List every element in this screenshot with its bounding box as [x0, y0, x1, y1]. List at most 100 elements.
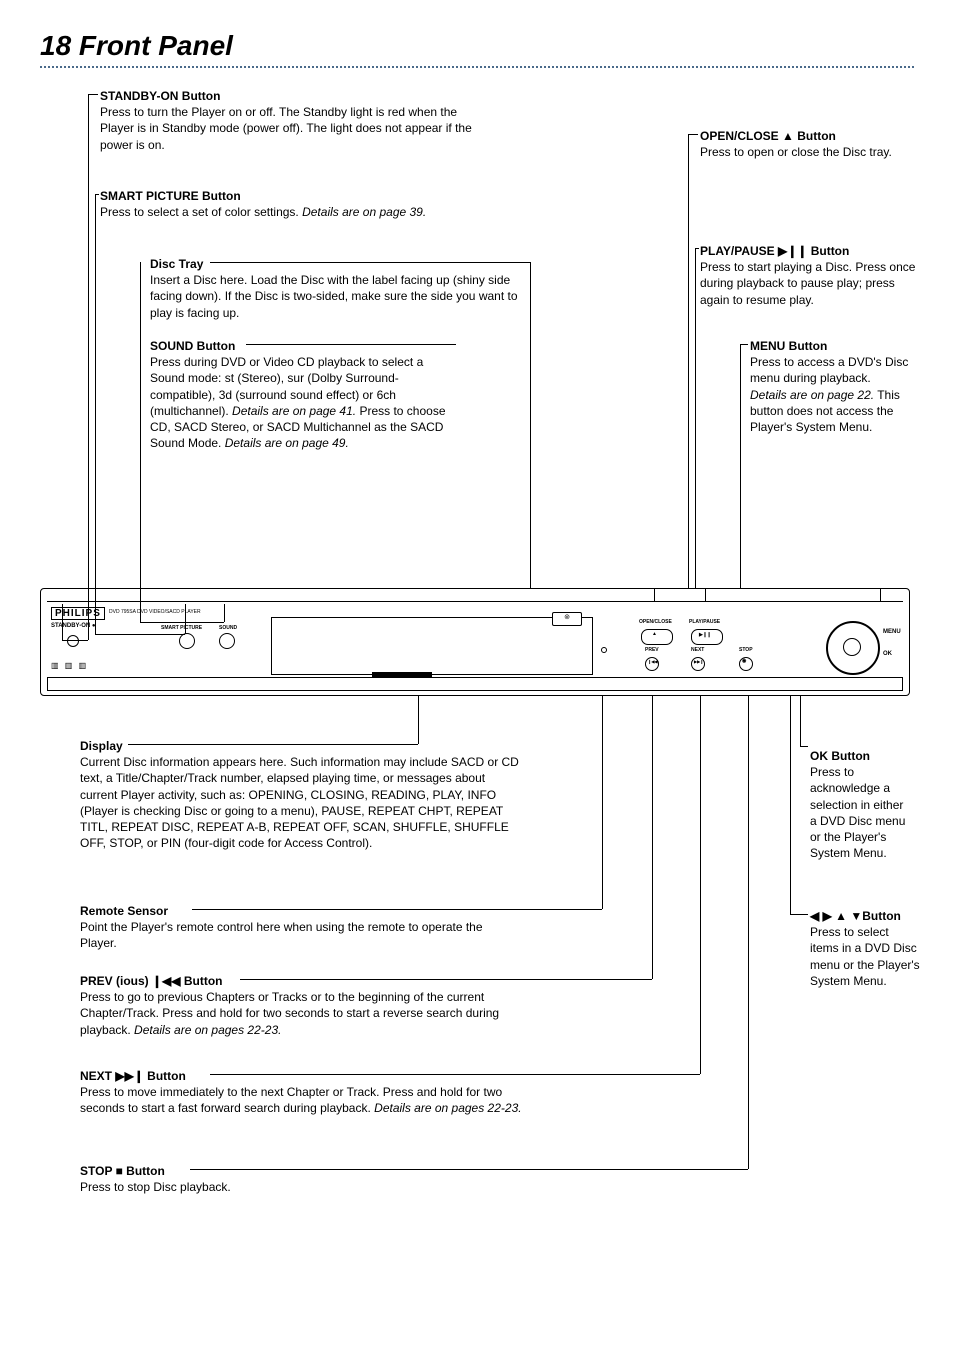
panel-bottom-strip [47, 677, 903, 691]
menu-title: MENU Button [750, 339, 827, 353]
sound-body-b: Details are on page 41. [232, 404, 356, 418]
leader-line [95, 194, 96, 634]
leader-line [652, 696, 653, 979]
open-close-body: Press to open or close the Disc tray. [700, 145, 892, 159]
power-icon [67, 635, 79, 647]
leader-line [695, 248, 696, 588]
smart-picture-title: SMART PICTURE Button [100, 189, 241, 203]
leader-line [695, 248, 699, 249]
stop-body: Press to stop Disc playback. [80, 1180, 231, 1194]
remote-body: Point the Player's remote control here w… [80, 920, 483, 950]
open-close-block: OPEN/CLOSE ▲ Button Press to open or clo… [700, 128, 910, 160]
standby-title: STANDBY-ON Button [100, 89, 220, 103]
next-block: NEXT ▶▶❙ Button Press to move immediatel… [80, 1068, 540, 1117]
leader-line [800, 746, 808, 747]
play-pause-block: PLAY/PAUSE ▶❙❙ Button Press to start pla… [700, 243, 920, 308]
smart-picture-label: SMART PICTURE [161, 625, 202, 631]
remote-title: Remote Sensor [80, 904, 168, 918]
leader-line [240, 979, 652, 980]
leader-line [210, 262, 530, 263]
leader-line [740, 588, 880, 589]
leader-line [748, 696, 749, 1169]
leader-line [88, 94, 98, 95]
standby-body: Press to turn the Player on or off. The … [100, 105, 472, 151]
page-title: 18 Front Panel [40, 30, 914, 62]
menu-block: MENU Button Press to access a DVD's Disc… [750, 338, 910, 435]
disc-tray[interactable]: ⊚ [271, 617, 593, 675]
open-close-title: OPEN/CLOSE ▲ Button [700, 129, 836, 143]
smart-picture-button[interactable] [179, 633, 195, 649]
leader-line [246, 344, 456, 345]
leader-line [88, 94, 89, 640]
sound-button[interactable] [219, 633, 235, 649]
prev-label: PREV [645, 647, 659, 653]
leader-line [192, 909, 602, 910]
leader-line [185, 604, 186, 634]
arrows-title: ◀ ▶ ▲ ▼Button [810, 909, 901, 923]
arrows-body: Press to select items in a DVD Disc menu… [810, 925, 920, 988]
ok-title: OK Button [810, 749, 870, 763]
display-block: Display Current Disc information appears… [80, 738, 520, 851]
play-pause-icon: ▶❙❙ [699, 632, 711, 638]
leader-line [705, 588, 706, 602]
stop-title: STOP ■ Button [80, 1164, 165, 1178]
sound-body-d: Details are on page 49. [225, 436, 349, 450]
front-panel-diagram: PHILIPS DVD 795SA DVD VIDEO/SACD PLAYER … [40, 588, 910, 696]
panel-top-strip [47, 601, 903, 602]
divider [40, 66, 914, 68]
arrows-block: ◀ ▶ ▲ ▼Button Press to select items in a… [810, 908, 920, 989]
play-pause-title: PLAY/PAUSE ▶❙❙ Button [700, 244, 849, 258]
menu-body-a: Press to access a DVD's Disc menu during… [750, 355, 908, 385]
prev-body-b: Details are on pages 22-23. [134, 1023, 281, 1037]
leader-line [740, 344, 741, 588]
smart-picture-body-b: Details are on page 39. [302, 205, 426, 219]
leader-line [95, 634, 185, 635]
disc-tray-body: Insert a Disc here. Load the Disc with t… [150, 273, 518, 319]
stop-block: STOP ■ Button Press to stop Disc playbac… [80, 1163, 480, 1195]
sound-label: SOUND [219, 625, 237, 631]
leader-line [688, 134, 698, 135]
leader-line [800, 696, 801, 746]
disc-badge-icon: ⊚ [552, 612, 582, 626]
model-label: DVD 795SA DVD VIDEO/SACD PLAYER [109, 609, 201, 615]
leader-line [62, 640, 88, 641]
leader-line [530, 262, 531, 588]
ok-block: OK Button Press to acknowledge a selecti… [810, 748, 910, 861]
sacd-bar [372, 672, 432, 678]
stop-icon: ◉ [742, 658, 746, 664]
prev-block: PREV (ious) ❙◀◀ Button Press to go to pr… [80, 973, 550, 1038]
sound-title: SOUND Button [150, 339, 235, 353]
remote-block: Remote Sensor Point the Player's remote … [80, 903, 510, 952]
content-area: STANDBY-ON Button Press to turn the Play… [40, 88, 914, 1338]
leader-line [224, 604, 225, 622]
brand-logo: PHILIPS [51, 607, 105, 620]
leader-line [688, 134, 689, 588]
leader-line [140, 492, 141, 622]
leader-line [790, 696, 791, 914]
next-title: NEXT ▶▶❙ Button [80, 1069, 186, 1083]
next-label: NEXT [691, 647, 704, 653]
play-pause-label: PLAY/PAUSE [689, 619, 720, 625]
next-icon: ▶▶❙ [694, 659, 704, 664]
direction-pad[interactable] [826, 621, 880, 675]
next-body-b: Details are on pages 22-23. [374, 1101, 521, 1115]
leader-line [695, 588, 705, 589]
smart-picture-body-a: Press to select a set of color settings. [100, 205, 302, 219]
prev-title: PREV (ious) ❙◀◀ Button [80, 974, 223, 988]
disc-tray-block: Disc Tray Insert a Disc here. Load the D… [150, 256, 520, 321]
display-title: Display [80, 739, 123, 753]
leader-line [790, 914, 808, 915]
leader-line [602, 696, 603, 909]
display-body: Current Disc information appears here. S… [80, 755, 519, 850]
open-close-button[interactable] [641, 629, 673, 645]
leader-line [740, 344, 748, 345]
ok-label: OK [883, 651, 892, 657]
leader-line [700, 696, 701, 1074]
standby-block: STANDBY-ON Button Press to turn the Play… [100, 88, 490, 153]
leader-line [210, 1074, 700, 1075]
leader-line [62, 604, 63, 640]
open-close-icon: ▲ [652, 631, 657, 637]
sound-block: SOUND Button Press during DVD or Video C… [150, 338, 450, 451]
prev-icon: ❙◀◀ [648, 659, 658, 664]
leader-line [418, 696, 419, 744]
